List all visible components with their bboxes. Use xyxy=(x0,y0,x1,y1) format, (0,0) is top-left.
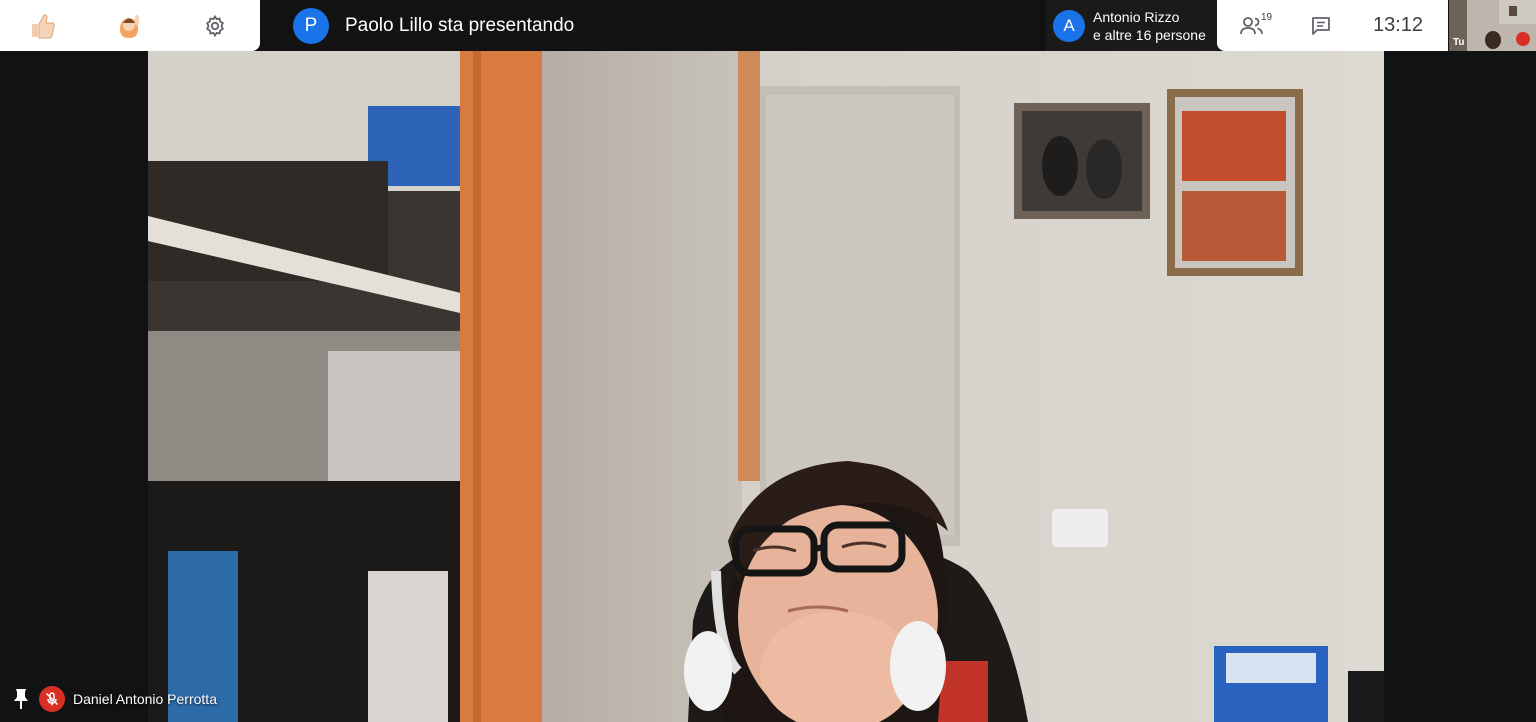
thumbs-up-button[interactable] xyxy=(0,0,86,51)
participant-video xyxy=(148,51,1384,722)
mic-off-indicator xyxy=(39,686,65,712)
participants-chip-line1: Antonio Rizzo xyxy=(1093,8,1180,25)
main-video-tile xyxy=(148,51,1384,722)
chat-button[interactable] xyxy=(1287,0,1355,51)
presenter-label: Paolo Lillo sta presentando xyxy=(345,15,575,36)
participant-avatar: A xyxy=(1053,9,1085,42)
presenter-avatar: P xyxy=(293,8,329,44)
clock: 13:12 xyxy=(1373,14,1424,36)
participants-count: 19 xyxy=(1261,12,1273,23)
self-view-label: Tu xyxy=(1453,37,1465,48)
reactions-toolbar xyxy=(0,0,260,51)
settings-button[interactable] xyxy=(172,0,258,51)
thumbs-up-icon xyxy=(32,13,55,38)
raise-hand-button[interactable] xyxy=(86,0,172,51)
pin-button[interactable] xyxy=(10,685,32,713)
presenter-indicator: P Paolo Lillo sta presentando xyxy=(293,8,574,44)
gear-icon xyxy=(206,14,224,37)
participants-button[interactable]: 19 xyxy=(1217,0,1287,51)
self-view-tile[interactable]: Tu xyxy=(1449,0,1536,51)
participant-name: Daniel Antonio Perrotta xyxy=(73,691,217,707)
mic-off-icon xyxy=(45,692,59,706)
participants-chip-text: Antonio Rizzo e altre 16 persone xyxy=(1093,8,1206,44)
participants-chip-line2: e altre 16 persone xyxy=(1093,26,1206,43)
pin-icon xyxy=(14,689,28,709)
participant-name-overlay: Daniel Antonio Perrotta xyxy=(10,685,217,713)
participants-chip[interactable]: A Antonio Rizzo e altre 16 persone xyxy=(1046,0,1218,51)
self-mic-off-icon xyxy=(1516,32,1530,46)
chat-icon xyxy=(1312,16,1330,35)
meeting-controls: 19 13:12 xyxy=(1217,0,1448,51)
raise-hand-icon xyxy=(120,14,139,38)
